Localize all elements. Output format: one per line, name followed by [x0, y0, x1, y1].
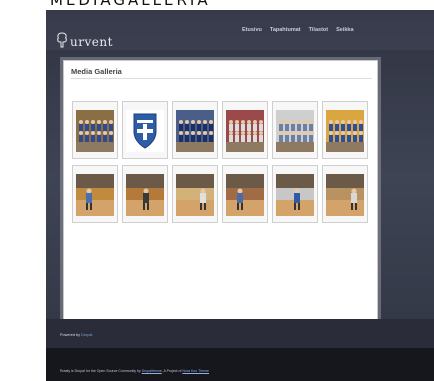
gallery-panel: Media Galleria — [63, 60, 378, 320]
site-header: urvent Etusivu Tapahtumat Tilastot Seikk… — [46, 10, 434, 50]
thumbnail-photo — [226, 110, 264, 152]
credits-mid: , A Project of — [161, 369, 182, 373]
credits-link-1[interactable]: Drupaltheme — [142, 369, 162, 373]
thumbnail-photo — [126, 174, 164, 216]
thumbnail-photo — [276, 110, 314, 152]
gallery-thumbnail[interactable] — [72, 165, 118, 223]
gallery-thumbnail[interactable] — [122, 101, 168, 159]
main-nav: Etusivu Tapahtumat Tilastot Seikka — [242, 27, 354, 33]
gallery-thumbnail[interactable] — [222, 165, 268, 223]
thumbnail-photo — [326, 174, 364, 216]
nav-item-seikka[interactable]: Seikka — [336, 27, 353, 33]
nav-item-etusivu[interactable]: Etusivu — [242, 27, 262, 33]
caption-text: MEDIAGALLERIA — [50, 0, 211, 9]
gallery-thumbnail[interactable] — [272, 165, 318, 223]
bottom-credits: Rotaty is Drupal for the Open Source Com… — [60, 369, 420, 373]
bottom-bar — [46, 348, 434, 381]
title-divider — [71, 78, 372, 79]
gallery-thumbnail[interactable] — [272, 101, 318, 159]
thumbnail-photo — [226, 174, 264, 216]
logo-mark-icon — [57, 32, 67, 48]
gallery-thumbnail[interactable] — [72, 101, 118, 159]
nav-item-tilastot[interactable]: Tilastot — [309, 27, 328, 33]
gallery-thumbnail[interactable] — [222, 101, 268, 159]
gallery-title: Media Galleria — [71, 67, 122, 76]
powered-prefix: Powered by — [60, 333, 81, 337]
powered-by: Powered by Drupal — [60, 333, 92, 337]
nav-item-tapahtumat[interactable]: Tapahtumat — [270, 27, 301, 33]
powered-link[interactable]: Drupal — [81, 333, 92, 337]
thumbnail-photo — [326, 110, 364, 152]
gallery-thumbnail[interactable] — [172, 101, 218, 159]
thumbnail-photo — [126, 110, 164, 152]
gallery-thumbnail[interactable] — [172, 165, 218, 223]
thumbnail-photo — [76, 174, 114, 216]
gallery-thumbnail[interactable] — [322, 101, 368, 159]
thumbnail-photo — [76, 110, 114, 152]
site-frame: urvent Etusivu Tapahtumat Tilastot Seikk… — [46, 10, 434, 381]
site-logo[interactable]: urvent — [56, 24, 113, 48]
credits-prefix: Rotaty is Drupal for the Open Source Com… — [60, 369, 141, 373]
thumbnail-photo — [176, 174, 214, 216]
thumbnail-grid — [72, 101, 372, 223]
footer-band — [46, 319, 434, 348]
gallery-thumbnail[interactable] — [122, 165, 168, 223]
page-caption: MEDIAGALLERIA — [0, 0, 434, 10]
gallery-thumbnail[interactable] — [322, 165, 368, 223]
thumbnail-photo — [276, 174, 314, 216]
logo-text: urvent — [70, 35, 113, 49]
thumbnail-photo — [176, 110, 214, 152]
credits-link-2[interactable]: Nora Koo Theme — [182, 369, 209, 373]
